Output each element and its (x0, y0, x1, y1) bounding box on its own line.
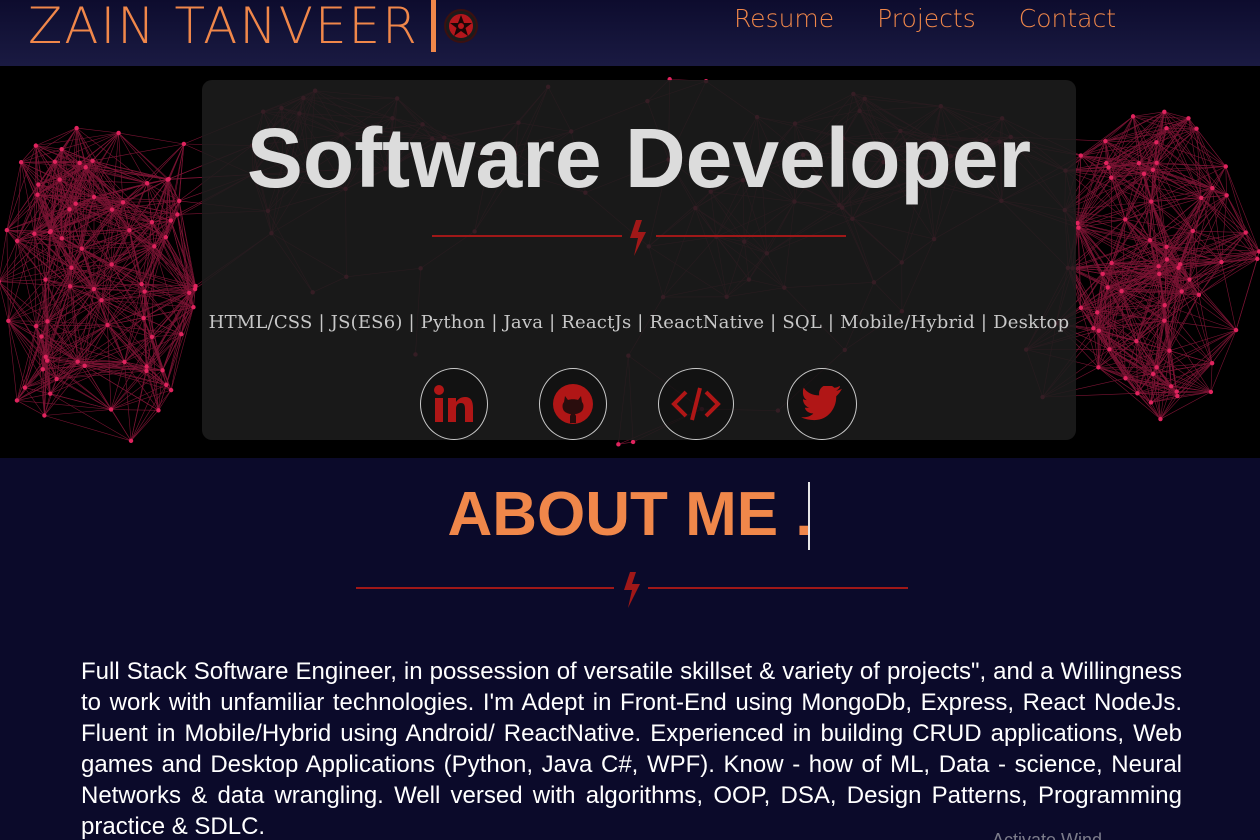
site-header: ZAIN TANVEER Resume Projects Contact (0, 0, 1260, 66)
about-divider (356, 572, 908, 608)
brand[interactable]: ZAIN TANVEER (28, 0, 478, 56)
hero-title: Software Developer (246, 111, 1032, 205)
sharingan-icon (443, 9, 478, 43)
twitter-icon (801, 386, 842, 421)
about-title: ABOUT ME . (447, 480, 813, 549)
twitter-link[interactable] (787, 368, 857, 440)
github-link[interactable] (539, 368, 607, 440)
hero-section: Software Developer HTML/CSS | JS(ES6) | … (0, 66, 1260, 458)
github-icon (553, 384, 593, 424)
brand-name: ZAIN TANVEER (28, 0, 419, 55)
typing-caret (808, 482, 810, 550)
activation-watermark: Activate Wind (992, 830, 1103, 840)
about-text: Full Stack Software Engineer, in possess… (81, 658, 1182, 840)
main-nav: Resume Projects Contact (734, 4, 1116, 33)
brand-separator (430, 0, 436, 52)
nav-contact[interactable]: Contact (1019, 4, 1116, 33)
code-link[interactable] (658, 368, 734, 440)
nav-resume[interactable]: Resume (734, 4, 834, 33)
lightning-bolt-icon (624, 572, 640, 608)
skills-list: HTML/CSS | JS(ES6) | Python | Java | Rea… (208, 312, 1070, 333)
code-icon (671, 387, 721, 421)
linkedin-link[interactable] (420, 368, 488, 440)
linkedin-icon (434, 385, 473, 422)
hero-card: Software Developer HTML/CSS | JS(ES6) | … (202, 80, 1076, 440)
hero-divider (432, 220, 846, 256)
lightning-bolt-icon (630, 220, 646, 256)
nav-projects[interactable]: Projects (877, 4, 976, 33)
